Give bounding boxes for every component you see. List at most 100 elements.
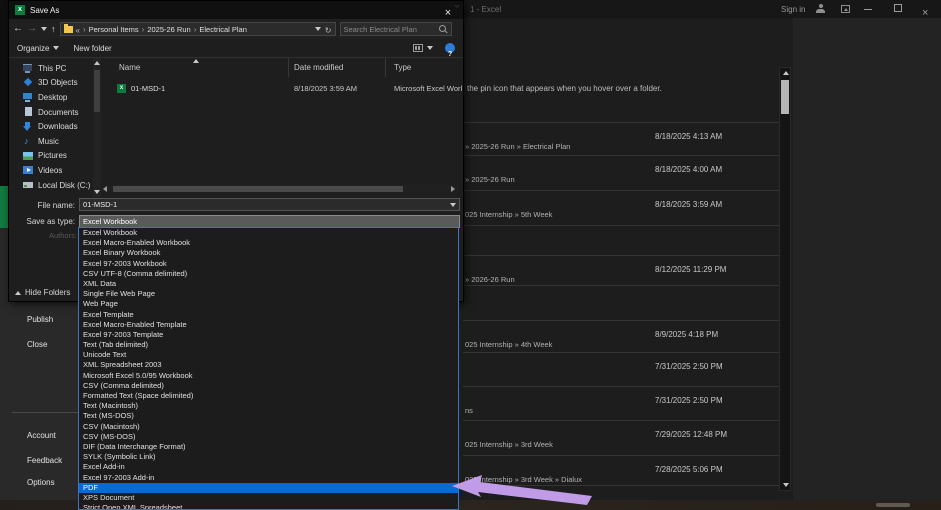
address-chevron-icon[interactable] [314, 27, 321, 31]
dropdown-item[interactable]: CSV UTF-8 (Comma delimited) [79, 269, 458, 279]
search-box[interactable] [339, 22, 452, 36]
place-item[interactable]: Local Disk (C:) [9, 178, 93, 193]
dropdown-item[interactable]: Excel 97-2003 Workbook [79, 259, 458, 269]
dropdown-item[interactable]: Single File Web Page [79, 289, 458, 299]
recent-folder-row[interactable]: 7/29/2025 12:48 PM 025 Internship » 3rd … [463, 421, 780, 456]
nav-history-chevron-icon[interactable] [41, 27, 47, 31]
breadcrumb-segment[interactable]: Electrical Plan [199, 25, 247, 34]
help-icon[interactable] [445, 43, 455, 53]
address-bar[interactable]: Personal Items 2025-26 Run Electrical Pl… [59, 22, 336, 36]
place-item[interactable]: Pictures [9, 149, 93, 164]
backstage-close[interactable]: Close [27, 340, 47, 349]
dropdown-item[interactable]: Excel Template [79, 310, 458, 320]
recent-folder-row[interactable] [463, 286, 780, 321]
backstage-feedback[interactable]: Feedback [27, 456, 62, 465]
minimize-icon[interactable] [864, 9, 872, 10]
scroll-left-icon[interactable] [103, 186, 107, 192]
dropdown-item[interactable]: PDF [79, 482, 458, 493]
window-close-icon[interactable] [922, 3, 928, 21]
dropdown-item[interactable]: Excel Macro-Enabled Template [79, 320, 458, 330]
search-icon[interactable] [438, 24, 448, 34]
recent-folder-row[interactable]: 8/18/2025 4:00 AM » 2025-26 Run [463, 156, 780, 191]
views-icon[interactable] [413, 44, 423, 52]
breadcrumb-segment[interactable]: 2025-26 Run [147, 25, 190, 34]
dropdown-item[interactable]: Text (MS-DOS) [79, 411, 458, 421]
place-item[interactable]: Downloads [9, 119, 93, 134]
place-item[interactable]: Documents [9, 105, 93, 120]
dropdown-item[interactable]: Text (Tab delimited) [79, 340, 458, 350]
column-date-modified[interactable]: Date modified [294, 63, 343, 72]
back-arrow-icon[interactable] [13, 24, 23, 34]
sign-in-button[interactable]: Sign in [781, 5, 805, 14]
ribbon-options-icon[interactable] [841, 5, 850, 13]
sidebar-scrollbar[interactable] [93, 58, 101, 197]
dropdown-item[interactable]: XML Data [79, 279, 458, 289]
organize-button[interactable]: Organize [17, 44, 49, 53]
dropdown-item[interactable]: SYLK (Symbolic Link) [79, 452, 458, 462]
forward-arrow-icon[interactable] [27, 24, 37, 34]
column-type[interactable]: Type [394, 63, 411, 72]
dropdown-item[interactable]: DIF (Data Interchange Format) [79, 442, 458, 452]
breadcrumb-overflow-icon[interactable] [76, 23, 80, 35]
dropdown-item[interactable]: Excel Workbook [79, 228, 458, 238]
backstage-scrollbar[interactable] [779, 67, 791, 491]
dropdown-item[interactable]: Text (Macintosh) [79, 401, 458, 411]
scroll-down-icon[interactable] [782, 483, 789, 487]
search-input[interactable] [343, 24, 439, 34]
dropdown-item[interactable]: Excel 97-2003 Add-in [79, 473, 458, 483]
backstage-publish[interactable]: Publish [27, 315, 53, 324]
place-item[interactable]: Desktop [9, 90, 93, 105]
horizontal-scrollbar[interactable] [101, 185, 457, 193]
refresh-icon[interactable] [325, 23, 332, 35]
scroll-up-icon[interactable] [782, 71, 789, 75]
file-name-chevron-icon[interactable] [450, 203, 456, 207]
dropdown-item[interactable]: Excel 97-2003 Template [79, 330, 458, 340]
scroll-thumb[interactable] [781, 80, 789, 114]
save-as-type-chevron-icon[interactable] [454, 5, 460, 9]
file-name-input[interactable] [79, 198, 460, 211]
dropdown-item[interactable]: Microsoft Excel 5.0/95 Workbook [79, 371, 458, 381]
recent-folder-row[interactable]: 8/9/2025 4:18 PM 025 Internship » 4th We… [463, 321, 780, 353]
place-item[interactable]: 3D Objects [9, 76, 93, 91]
maximize-icon[interactable] [894, 4, 902, 12]
recent-folder-row[interactable]: 7/31/2025 2:50 PM [463, 353, 780, 387]
dropdown-item[interactable]: Excel Macro-Enabled Workbook [79, 238, 458, 248]
backstage-options[interactable]: Options [27, 478, 55, 487]
dropdown-item[interactable]: Excel Add-in [79, 462, 458, 472]
dropdown-item[interactable]: Unicode Text [79, 350, 458, 360]
dropdown-item[interactable]: Excel Binary Workbook [79, 248, 458, 258]
dropdown-item[interactable]: XML Spreadsheet 2003 [79, 360, 458, 370]
dropdown-item[interactable]: CSV (Macintosh) [79, 422, 458, 432]
recent-folder-row[interactable] [463, 226, 780, 256]
file-name-cell[interactable]: 01-MSD-1 [131, 84, 165, 93]
up-arrow-icon[interactable] [51, 24, 56, 35]
recent-folder-row[interactable]: 8/18/2025 4:13 AM » 2025-26 Run » Electr… [463, 123, 780, 156]
dropdown-item[interactable]: Strict Open XML Spreadsheet [79, 503, 458, 509]
user-account-icon[interactable] [816, 4, 825, 14]
dropdown-item[interactable]: Web Page [79, 299, 458, 309]
column-divider[interactable] [385, 58, 386, 77]
dialog-close-icon[interactable] [441, 3, 455, 17]
place-item[interactable]: Music [9, 134, 93, 149]
hide-folders-button[interactable]: Hide Folders [15, 288, 70, 297]
recent-folder-row[interactable]: 7/31/2025 2:50 PM ns [463, 387, 780, 421]
dropdown-item[interactable]: CSV (MS-DOS) [79, 432, 458, 442]
column-name[interactable]: Name [119, 63, 140, 72]
new-folder-button[interactable]: New folder [73, 44, 111, 53]
scroll-down-icon[interactable] [94, 190, 100, 194]
scroll-thumb[interactable] [94, 70, 100, 112]
dropdown-item[interactable]: Formatted Text (Space delimited) [79, 391, 458, 401]
scroll-thumb[interactable] [113, 186, 403, 192]
place-item[interactable]: Videos [9, 163, 93, 178]
recent-folder-row[interactable]: 8/18/2025 3:59 AM 025 Internship » 5th W… [463, 191, 780, 226]
backstage-account[interactable]: Account [27, 431, 56, 440]
recent-folder-row[interactable]: 8/12/2025 11:29 PM » 2026-26 Run [463, 256, 780, 286]
organize-chevron-icon[interactable] [53, 46, 60, 50]
breadcrumb-segment[interactable]: Personal Items [89, 25, 139, 34]
dropdown-item[interactable]: XPS Document [79, 493, 458, 503]
column-divider[interactable] [288, 58, 289, 77]
scroll-up-icon[interactable] [94, 61, 100, 65]
dropdown-item[interactable]: CSV (Comma delimited) [79, 381, 458, 391]
views-chevron-icon[interactable] [427, 46, 433, 50]
place-item[interactable]: This PC [9, 61, 93, 76]
